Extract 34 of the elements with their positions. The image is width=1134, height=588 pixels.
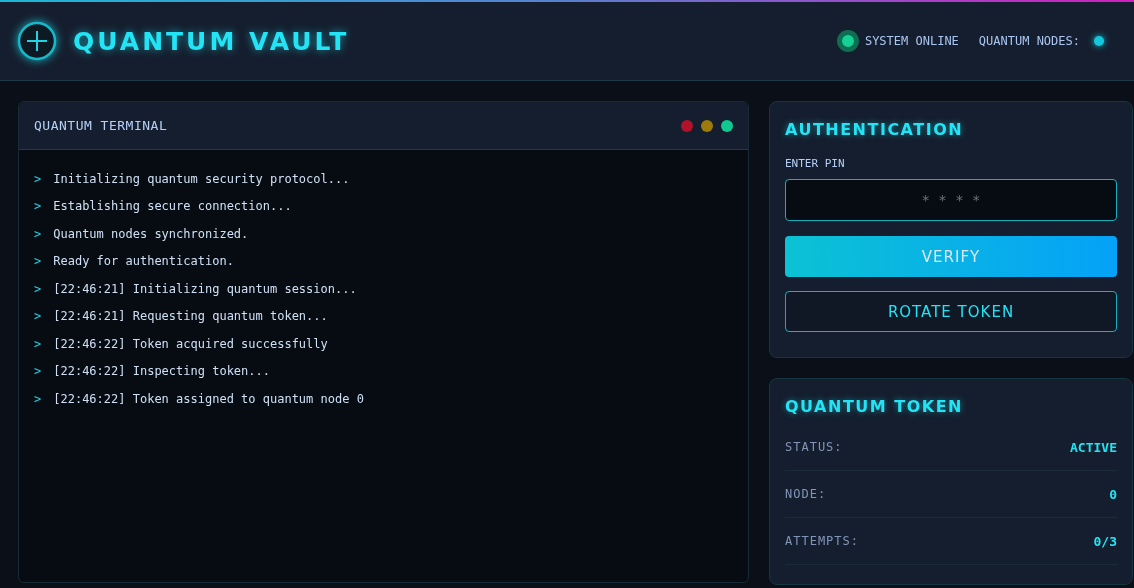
prompt-symbol: > [34, 226, 42, 241]
rotate-token-button[interactable]: ROTATE TOKEN [785, 291, 1117, 332]
prompt-symbol: > [34, 309, 42, 324]
plus-circle-icon [17, 21, 57, 61]
terminal-line: [22:46:22] Token acquired successfully [53, 336, 328, 351]
token-field-label: ATTEMPTS: [785, 534, 860, 548]
terminal-line: Ready for authentication. [53, 254, 234, 269]
terminal-line: [22:46:22] Inspecting token... [53, 364, 270, 379]
terminal-line: Initializing quantum security protocol... [53, 171, 350, 186]
app-title: QUANTUM VAULT [73, 26, 350, 56]
token-field-label: NODE: [785, 487, 827, 501]
prompt-symbol: > [34, 199, 42, 214]
prompt-symbol: > [34, 171, 42, 186]
pin-label: ENTER PIN [785, 157, 846, 170]
terminal-line: [22:46:21] Initializing quantum session... [53, 281, 357, 296]
prompt-symbol: > [34, 254, 42, 269]
token-field-value: 0/3 [1093, 533, 1117, 549]
nodes-label: QUANTUM NODES: [978, 34, 1080, 48]
token-field-label: STATUS: [785, 440, 843, 454]
token-field-value: 0 [1109, 486, 1117, 502]
terminal-line: [22:46:22] Token assigned to quantum node 0 [53, 391, 364, 406]
token-field-value: ACTIVE [1070, 439, 1117, 455]
terminal-title: QUANTUM TERMINAL [34, 118, 168, 133]
pin-field[interactable]: * * * * [785, 179, 1117, 221]
terminal-line: [22:46:21] Requesting quantum token... [53, 309, 328, 324]
prompt-symbol: > [34, 391, 42, 406]
panel-title: AUTHENTICATION [785, 120, 965, 139]
prompt-symbol: > [34, 364, 42, 379]
panel-title: QUANTUM TOKEN [785, 397, 964, 416]
prompt-symbol: > [34, 281, 42, 296]
system-status-label: SYSTEM ONLINE [864, 34, 959, 48]
prompt-symbol: > [34, 336, 42, 351]
terminal-line: Establishing secure connection... [53, 199, 292, 214]
terminal-line: Quantum nodes synchronized. [53, 226, 249, 241]
